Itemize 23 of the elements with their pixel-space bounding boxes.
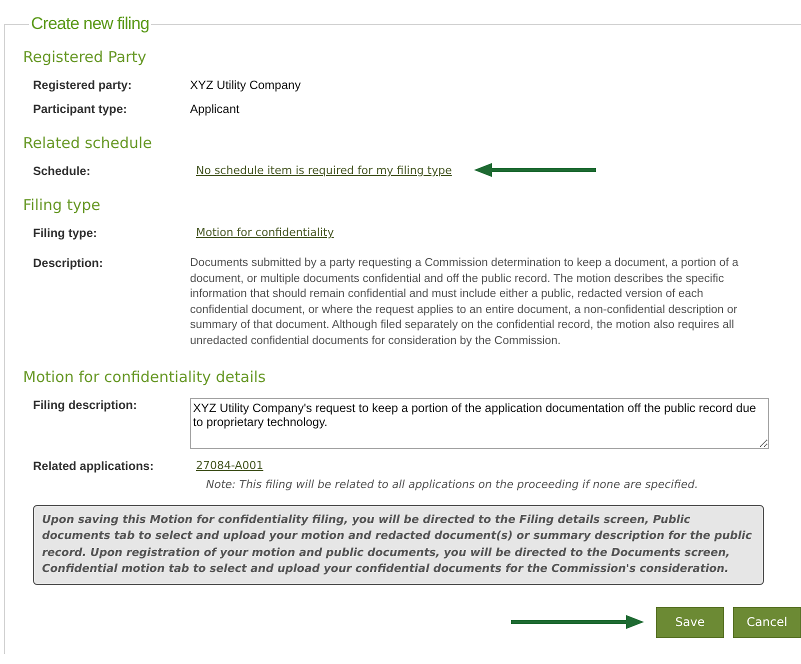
field-label: Participant type: xyxy=(33,102,128,116)
field-label: Description: xyxy=(33,256,104,270)
section-heading: Motion for confidentiality details xyxy=(23,366,267,388)
field-label: Schedule: xyxy=(33,164,92,178)
section-heading: Registered Party xyxy=(23,47,148,68)
section-heading: Related schedule xyxy=(23,133,153,154)
form-title: Create new filing xyxy=(30,14,150,34)
info-message: Upon saving this Motion for confidentiality filing, you will be directed to the Filing details screen, Public documents tab to select and upload your motion and redacted document(s) or summary description for the public record. Upon registration of your motion and public documents, you will be directed to the Documents screen, Confidential motion tab to select and upload your confidential documents for the Commission's consideration. xyxy=(33,504,764,585)
section-heading: Filing type xyxy=(23,195,102,216)
filing-description-field[interactable]: XYZ Utility Company's request to keep a portion of the application documentation off the public record due to proprietary technology. xyxy=(190,398,769,449)
field-value: XYZ Utility Company xyxy=(190,78,301,92)
description-text: Documents submitted by a party requesting a Commission determination to keep a document, a portion of a document, or multiple documents confidential and off the public record. The motion describes the specific information that should remain confidential and must include either a public, redacted version of each confidential document, or where the request applies to an entire document, a non-confidential description or summary of that document. Although filed separately on the confidential record, the motion also requires all unredacted confidential documents for consideration by the Commission. xyxy=(190,256,740,349)
field-label: Filing description: xyxy=(33,398,138,412)
note-text: Note: This filing will be related to all applications on the proceeding if none are specified. xyxy=(206,478,698,491)
field-label: Related applications: xyxy=(33,458,155,473)
value-link[interactable]: Motion for confidentiality xyxy=(196,226,334,239)
field-label: Filing type: xyxy=(33,226,98,240)
value-link[interactable]: 27084-A001 xyxy=(196,458,264,472)
value-link[interactable]: No schedule item is required for my filing type xyxy=(196,164,452,177)
field-label: Registered party: xyxy=(33,78,133,92)
cancel-button[interactable]: Cancel xyxy=(733,606,801,638)
save-button[interactable]: Save xyxy=(656,606,724,638)
field-value: Applicant xyxy=(190,102,240,116)
